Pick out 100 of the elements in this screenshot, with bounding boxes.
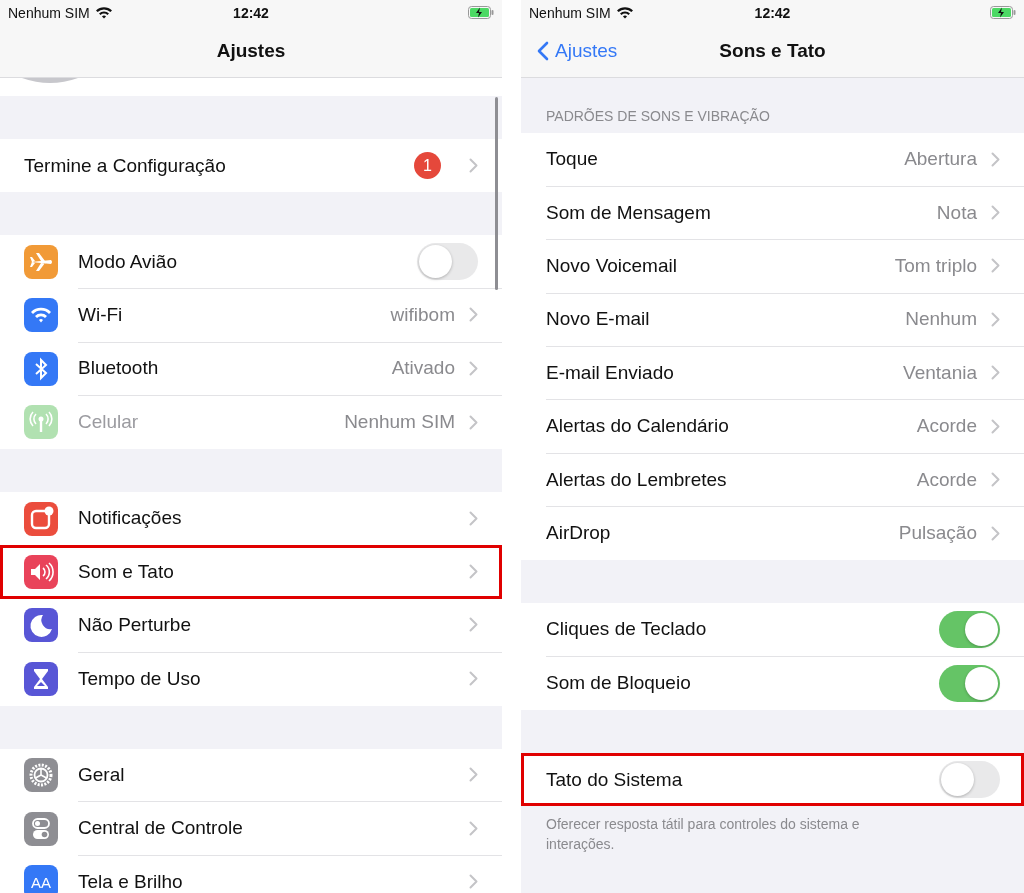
row-value: Nenhum SIM	[344, 411, 455, 434]
toggle-switch[interactable]	[417, 243, 478, 281]
switches-icon	[24, 811, 58, 846]
chevron-icon	[469, 158, 478, 174]
settings-row[interactable]: Tato do Sistema	[521, 752, 1024, 807]
chevron-icon	[469, 360, 478, 376]
settings-row[interactable]: Toque Abertura	[521, 133, 1024, 187]
chevron-icon	[991, 418, 1000, 434]
row-label: Alertas do Calendário	[546, 415, 730, 438]
chevron-icon	[991, 525, 1000, 541]
settings-row[interactable]: Novo Voicemail Tom triplo	[521, 239, 1024, 294]
settings-row[interactable]: E-mail Enviado Ventania	[521, 346, 1024, 400]
chevron-icon	[991, 472, 1000, 488]
chevron-icon	[991, 205, 1000, 221]
row-value: Abertura	[904, 148, 977, 171]
settings-row[interactable]: AirDrop Pulsação	[521, 506, 1024, 561]
chevron-icon	[469, 564, 478, 580]
row-label: Bluetooth	[78, 357, 160, 380]
footer-text: Oferecer resposta tátil para controles do sistema e interações.	[546, 816, 860, 853]
avatar-icon	[22, 78, 78, 84]
row-label: Termine a Configuração	[24, 154, 227, 177]
wifi-signal-icon	[615, 6, 634, 19]
bluetooth-icon	[24, 351, 58, 386]
settings-row[interactable]: Tempo de Uso	[0, 652, 502, 706]
hourglass-icon	[24, 661, 58, 696]
settings-row[interactable]: Som e Tato	[0, 545, 502, 599]
row-label: Celular	[78, 411, 140, 434]
settings-icon	[24, 758, 58, 793]
settings-row[interactable]: Notificações	[0, 491, 502, 546]
chevron-icon	[469, 767, 478, 783]
row-label: Cliques de Teclado	[546, 618, 708, 641]
wifi-icon	[24, 298, 58, 333]
chevron-icon	[469, 510, 478, 526]
settings-row[interactable]: Termine a Configuração 1	[0, 139, 502, 193]
chevron-icon	[469, 874, 478, 890]
speaker-icon	[24, 555, 58, 590]
antenna-icon	[24, 405, 58, 440]
row-label: Tempo de Uso	[78, 667, 202, 690]
row-label: Central de Controle	[78, 817, 244, 840]
settings-row[interactable]: Geral	[0, 748, 502, 802]
toggle-switch[interactable]	[939, 761, 1000, 799]
row-label: Novo Voicemail	[546, 254, 678, 277]
settings-row[interactable]: Som de Bloqueio	[521, 656, 1024, 710]
settings-row[interactable]: Cliques de Teclado	[521, 603, 1024, 657]
row-label: E-mail Enviado	[546, 361, 675, 384]
row-label: Novo E-mail	[546, 308, 651, 331]
row-label: Geral	[78, 763, 126, 786]
settings-row[interactable]: Novo E-mail Nenhum	[521, 293, 1024, 347]
chevron-icon	[991, 311, 1000, 327]
row-value: Tom triplo	[894, 254, 977, 277]
row-label: Alertas do Lembretes	[546, 468, 728, 491]
screen-title: Sons e Tato	[719, 40, 826, 62]
row-value: Pulsação	[898, 522, 977, 545]
section-header: PADRÕES DE SONS E VIBRAÇÃO	[546, 108, 770, 124]
settings-row[interactable]: Não Perturbe	[0, 598, 502, 653]
row-value: Nenhum	[905, 308, 977, 331]
row-value: Acorde	[916, 468, 977, 491]
settings-row[interactable]: Alertas do Lembretes Acorde	[521, 453, 1024, 507]
battery-icon	[468, 6, 494, 19]
settings-row[interactable]: Central de Controle	[0, 801, 502, 856]
chevron-icon	[469, 671, 478, 687]
row-label: Tato do Sistema	[546, 768, 684, 791]
toggle-switch[interactable]	[939, 664, 1000, 702]
chevron-icon	[469, 820, 478, 836]
chevron-icon	[991, 365, 1000, 381]
row-value: wifibom	[390, 303, 455, 326]
text-size-icon: AA	[24, 865, 58, 893]
chevron-icon	[991, 258, 1000, 274]
row-value: Ventania	[903, 361, 977, 384]
battery-icon	[990, 6, 1016, 19]
row-label: Não Perturbe	[78, 613, 192, 636]
chevron-icon	[469, 617, 478, 633]
chevron-icon	[991, 151, 1000, 167]
row-label: Som de Mensagem	[546, 201, 712, 224]
row-label: Som e Tato	[78, 560, 175, 583]
chevron-icon	[469, 307, 478, 323]
row-label: Som de Bloqueio	[546, 672, 692, 695]
back-button[interactable]: Ajustes	[535, 38, 620, 64]
airplane-icon	[24, 245, 58, 280]
status-time: 12:42	[754, 4, 791, 21]
row-value: Acorde	[916, 415, 977, 438]
row-label: AirDrop	[546, 522, 612, 545]
notifications-icon	[24, 501, 58, 536]
row-value: Ativado	[391, 357, 455, 380]
row-label: Modo Avião	[78, 250, 178, 273]
notification-badge: 1	[414, 152, 441, 180]
settings-row[interactable]: Som de Mensagem Nota	[521, 186, 1024, 240]
settings-row[interactable]: Wi-Fi wifibom	[0, 288, 502, 343]
settings-row[interactable]: Modo Avião	[0, 235, 502, 289]
toggle-switch[interactable]	[939, 610, 1000, 648]
row-label: Toque	[546, 148, 599, 171]
screen-title: Ajustes	[216, 40, 286, 62]
back-chevron-icon	[537, 41, 549, 61]
status-time: 12:42	[233, 4, 269, 21]
settings-row[interactable]: AA Tela e Brilho	[0, 855, 502, 893]
row-label: Tela e Brilho	[78, 871, 184, 893]
settings-row[interactable]: Bluetooth Ativado	[0, 342, 502, 396]
carrier-name: Nenhum SIM	[529, 4, 611, 21]
settings-row[interactable]: Alertas do Calendário Acorde	[521, 399, 1024, 454]
row-label: Notificações	[78, 507, 183, 530]
